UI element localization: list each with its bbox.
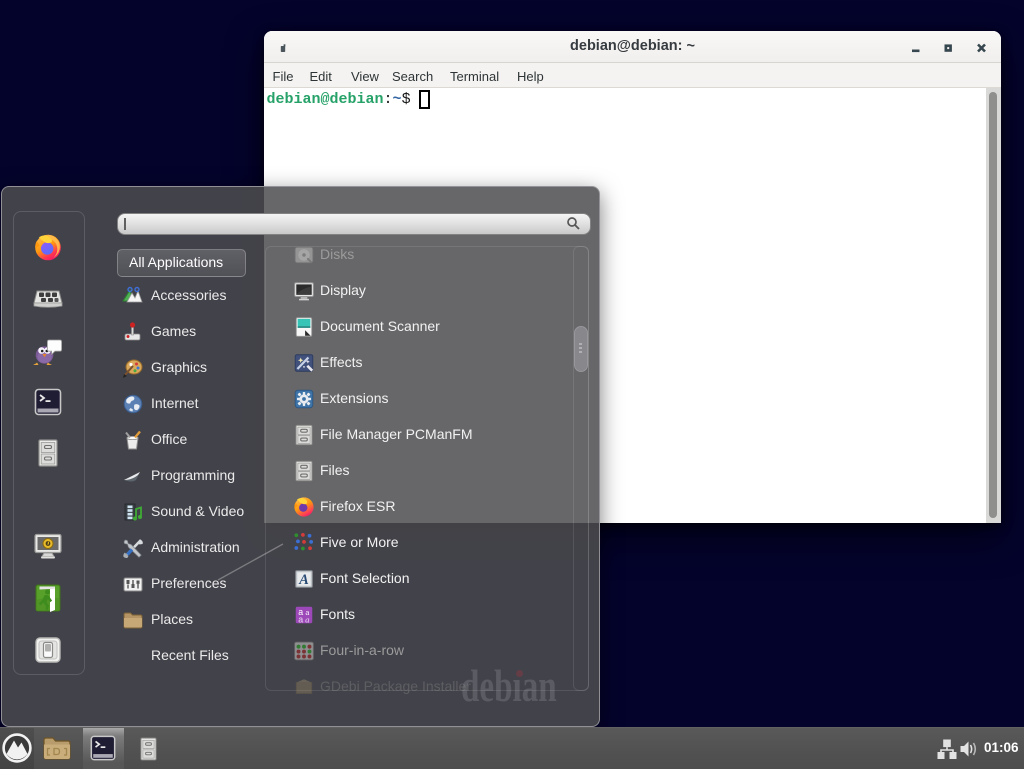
- svg-text:A: A: [298, 572, 309, 588]
- svg-text:a: a: [305, 615, 310, 625]
- svg-text:a: a: [298, 615, 303, 625]
